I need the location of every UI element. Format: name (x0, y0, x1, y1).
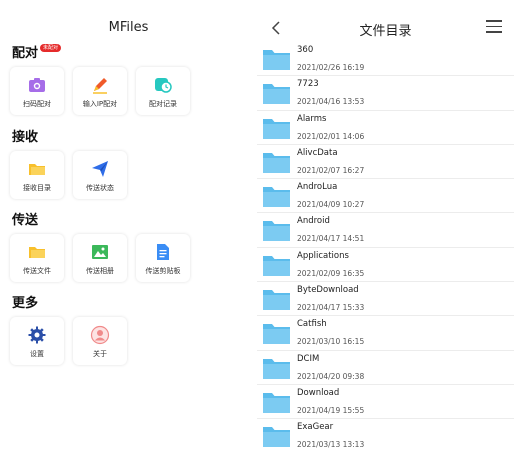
folder-row[interactable]: 7723 2021/04/16 13:53 (257, 76, 514, 111)
folder-icon (263, 118, 290, 139)
folder-icon (263, 427, 290, 448)
folder-icon (263, 84, 290, 105)
folder-icon (263, 152, 290, 173)
send-file-button[interactable]: 传送文件 (10, 234, 64, 282)
home-pane: MFiles 配对 未配对 扫码配对 输入IP配对 配对记录 接收 接收目录 传… (0, 0, 257, 452)
folder-name: Catfish (297, 319, 327, 330)
folder-icon (263, 392, 290, 413)
folder-name: Download (297, 387, 340, 398)
paper-plane-icon (92, 161, 108, 177)
file-directory-pane: 文件目录 360 2021/02/26 16:19 7723 2021/04/16 1… (257, 0, 514, 452)
folder-row[interactable]: Android 2021/04/17 14:51 (257, 213, 514, 248)
folder-row[interactable]: DCIM 2021/04/20 09:38 (257, 351, 514, 385)
send-file-label: 传送文件 (23, 267, 51, 275)
folder-name: Alarms (297, 113, 327, 124)
folder-row[interactable]: Alarms 2021/02/01 14:06 (257, 111, 514, 145)
folder-name: AlivcData (297, 147, 338, 158)
folder-name: 7723 (297, 79, 319, 90)
receive-dir-button[interactable]: 接收目录 (10, 151, 64, 199)
folder-row[interactable]: Applications 2021/02/09 16:35 (257, 248, 514, 283)
scan-camera-icon (29, 78, 45, 92)
send-album-label: 传送相册 (86, 267, 114, 275)
folder-icon (263, 324, 290, 345)
folder-name: DCIM (297, 353, 320, 364)
folder-date: 2021/02/01 14:06 (297, 131, 365, 141)
folder-icon (263, 290, 290, 311)
folder-icon (263, 221, 290, 242)
document-icon (157, 244, 169, 260)
folder-icon (29, 247, 45, 258)
folder-date: 2021/03/13 13:13 (297, 440, 365, 450)
folder-row[interactable]: Download 2021/04/19 15:55 (257, 385, 514, 420)
about-button[interactable]: 关于 (73, 317, 127, 365)
folder-icon (263, 50, 290, 70)
send-album-button[interactable]: 传送相册 (73, 234, 127, 282)
folder-name: ByteDownload (297, 285, 359, 296)
folder-icon (29, 164, 45, 175)
folder-name: AndroLua (297, 182, 338, 193)
image-icon (92, 245, 108, 259)
folder-date: 2021/04/20 09:38 (297, 371, 365, 381)
folder-date: 2021/04/17 15:33 (297, 303, 365, 313)
pair-status-badge: 未配对 (40, 44, 62, 52)
folder-name: ExaGear (297, 422, 334, 433)
folder-icon (263, 187, 290, 208)
folder-row[interactable]: AndroLua 2021/04/09 10:27 (257, 179, 514, 214)
section-send-title: 传送 (12, 213, 39, 228)
page-title: 文件目录 (359, 24, 412, 39)
folder-icon (263, 255, 290, 276)
folder-date: 2021/02/26 16:19 (297, 63, 365, 72)
scan-pair-button[interactable]: 扫码配对 (10, 67, 64, 115)
menu-icon[interactable] (486, 20, 502, 34)
folder-row[interactable]: Catfish 2021/03/10 16:15 (257, 316, 514, 351)
section-receive-title: 接收 (12, 130, 39, 145)
folder-list: 360 2021/02/26 16:19 7723 2021/04/16 13:53 A… (257, 42, 514, 452)
send-clipboard-label: 传送剪贴板 (145, 267, 181, 275)
folder-date: 2021/04/19 15:55 (297, 405, 365, 415)
folder-row[interactable]: AlivcData 2021/02/07 16:27 (257, 145, 514, 180)
receive-dir-label: 接收目录 (23, 184, 51, 192)
app-title: MFiles (108, 20, 149, 35)
ip-pair-button[interactable]: 输入IP配对 (73, 67, 127, 115)
folder-date: 2021/04/16 13:53 (297, 97, 365, 107)
scan-pair-label: 扫码配对 (23, 100, 51, 108)
transfer-status-label: 传送状态 (86, 184, 114, 192)
section-more-title: 更多 (12, 296, 39, 311)
clock-icon (155, 78, 172, 93)
pencil-icon (93, 78, 107, 94)
folder-date: 2021/02/07 16:27 (297, 165, 365, 175)
send-clipboard-button[interactable]: 传送剪贴板 (136, 234, 190, 282)
folder-date: 2021/04/17 14:51 (297, 234, 365, 244)
folder-name: Applications (297, 250, 349, 261)
user-icon (90, 325, 110, 345)
folder-row[interactable]: ByteDownload 2021/04/17 15:33 (257, 282, 514, 317)
section-pair-title: 配对 (12, 46, 39, 61)
folder-row[interactable]: 360 2021/02/26 16:19 (257, 42, 514, 77)
folder-date: 2021/02/09 16:35 (297, 268, 365, 278)
folder-name: 360 (297, 45, 314, 55)
ip-pair-label: 输入IP配对 (82, 100, 118, 108)
transfer-status-button[interactable]: 传送状态 (73, 151, 127, 199)
folder-icon (263, 358, 290, 379)
folder-date: 2021/04/09 10:27 (297, 200, 365, 210)
pair-history-label: 配对记录 (149, 100, 177, 108)
about-label: 关于 (93, 350, 107, 358)
folder-row[interactable]: ExaGear 2021/03/13 13:13 (257, 419, 514, 452)
gear-icon (28, 326, 46, 344)
folder-name: Android (297, 216, 330, 227)
settings-button[interactable]: 设置 (10, 317, 64, 365)
folder-date: 2021/03/10 16:15 (297, 337, 365, 347)
settings-label: 设置 (30, 350, 44, 358)
pair-history-button[interactable]: 配对记录 (136, 67, 190, 115)
